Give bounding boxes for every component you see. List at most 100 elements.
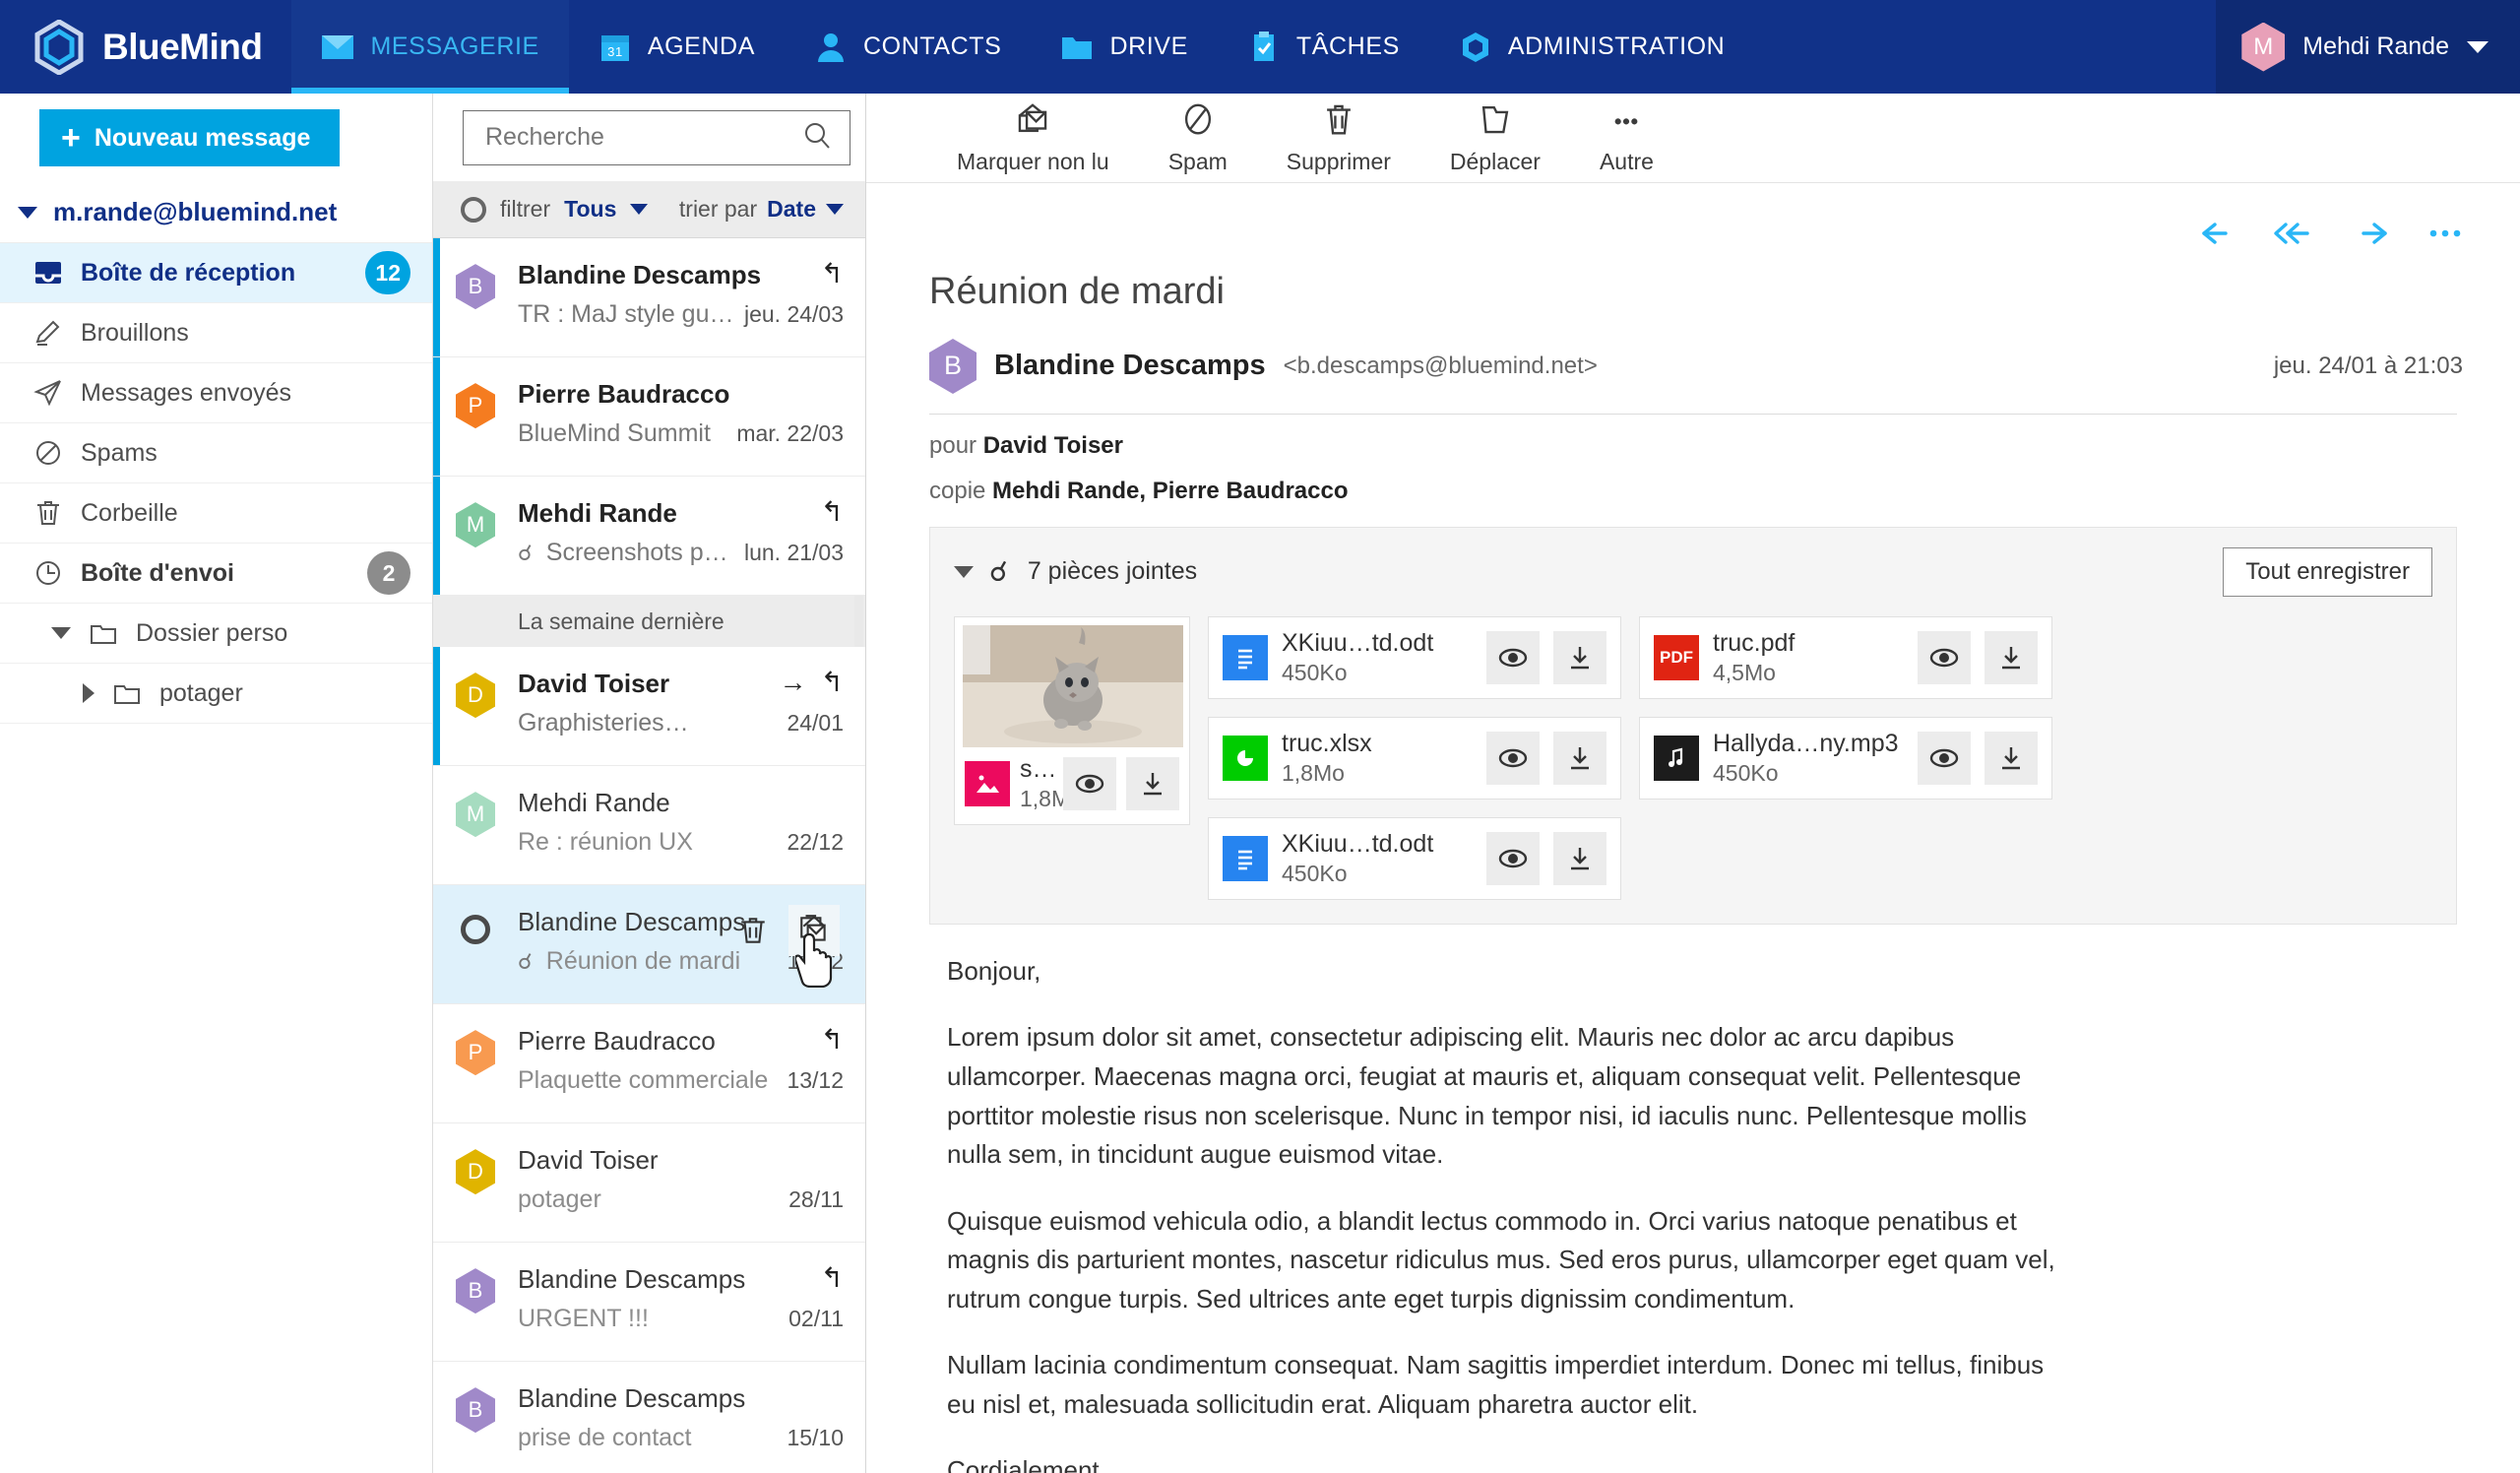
mark-unread-button[interactable]: Marquer non lu [927, 100, 1139, 175]
download-button[interactable] [1553, 630, 1606, 684]
select-all-circle-icon[interactable] [461, 196, 486, 223]
filter-value[interactable]: Tous [564, 196, 616, 223]
sidebar-item-brouillons[interactable]: Brouillons [0, 303, 432, 363]
clock-icon [33, 558, 63, 588]
reading-pane: Marquer non lu Spam Supprimer Déplacer A… [866, 94, 2520, 1473]
more-button[interactable]: Autre [1570, 100, 1683, 175]
move-button[interactable]: Déplacer [1420, 100, 1570, 175]
replied-icon: ↰ [820, 1024, 844, 1056]
message-sender: David Toiser [518, 1145, 659, 1176]
message-subject: Screenshots pour appli [545, 539, 734, 567]
list-item[interactable]: P Pierre Baudracco BlueMind Summit mar. … [433, 357, 865, 478]
message-summary: Blandine Descamps prise de contact 15/10 [518, 1362, 844, 1473]
search-input[interactable] [485, 123, 802, 153]
download-button[interactable] [1126, 756, 1179, 810]
save-all-button[interactable]: Tout enregistrer [2223, 546, 2432, 597]
sort-control[interactable]: trier par Date [679, 196, 844, 223]
attachment-card-xlsx[interactable]: truc.xlsx 1,8Mo [1208, 716, 1621, 800]
message-subject: TR : MaJ style guide [518, 300, 734, 329]
message-timestamp: jeu. 24/01 à 21:03 [2273, 352, 2463, 379]
attachment-card-mp3[interactable]: Hallyda…ny.mp3 450Ko [1639, 716, 2052, 800]
nav-tab-agenda[interactable]: 31 AGENDA [569, 0, 785, 94]
delete-button[interactable]: Supprimer [1257, 100, 1420, 175]
sidebar-item-dossier-perso[interactable]: Dossier perso [0, 604, 432, 664]
preview-button[interactable] [1918, 731, 1971, 785]
list-item[interactable]: D David Toiser potager 28/11 [433, 1123, 865, 1244]
chevron-down-icon[interactable] [51, 627, 71, 639]
list-item[interactable]: P Pierre Baudracco ↰ Plaquette commercia… [433, 1004, 865, 1124]
body-paragraph: Nullam lacinia condimentum consequat. Na… [947, 1350, 2045, 1419]
preview-button[interactable] [1486, 831, 1540, 885]
sort-value[interactable]: Date [767, 196, 816, 223]
user-menu[interactable]: M Mehdi Rande [2216, 0, 2520, 94]
search-box[interactable] [463, 109, 850, 165]
preview-button[interactable] [1486, 630, 1540, 684]
row-delete-button[interactable] [727, 905, 779, 956]
to-label: pour [929, 431, 977, 459]
nav-tab-messagerie[interactable]: MESSAGERIE [291, 0, 570, 94]
search-icon[interactable] [802, 120, 832, 155]
list-item[interactable]: M Mehdi Rande ↰ ☌ Screenshots pour appli… [433, 477, 865, 597]
row-hover-actions [727, 905, 840, 957]
sidebar-item-inbox[interactable]: Boîte de réception 12 [0, 243, 432, 303]
calendar-icon: 31 [598, 31, 632, 64]
brand-logo-area[interactable]: BlueMind [0, 0, 291, 94]
chevron-down-icon[interactable] [826, 204, 844, 216]
spam-button[interactable]: Spam [1139, 100, 1257, 175]
list-item[interactable]: B Blandine Descamps ↰ TR : MaJ style gui… [433, 238, 865, 358]
preview-button[interactable] [1486, 731, 1540, 785]
sidebar-item-trash[interactable]: Corbeille [0, 483, 432, 544]
attachment-thumbnail[interactable] [963, 624, 1183, 747]
sidebar-item-potager[interactable]: potager [0, 664, 432, 724]
download-button[interactable] [1984, 630, 2038, 684]
nav-tab-drive[interactable]: DRIVE [1031, 0, 1217, 94]
list-item[interactable]: B Blandine Descamps prise de contact 15/… [433, 1362, 865, 1473]
nav-tab-contacts[interactable]: CONTACTS [785, 0, 1031, 94]
attachment-card-odt[interactable]: XKiuu…td.odt 450Ko [1208, 615, 1621, 699]
avatar: M [456, 792, 495, 838]
sidebar-item-outbox[interactable]: Boîte d'envoi 2 [0, 544, 432, 604]
account-row[interactable]: m.rande@bluemind.net [0, 182, 432, 243]
nav-tab-administration[interactable]: ADMINISTRATION [1429, 0, 1754, 94]
replied-icon: ↰ [820, 258, 844, 289]
attachment-meta: XKiuu…td.odt 450Ko [1282, 830, 1473, 887]
message-summary: Blandine Descamps ↰ URGENT !!! 02/11 [518, 1243, 844, 1361]
message-sender: Blandine Descamps [518, 1383, 746, 1414]
row-mark-unread-button[interactable] [788, 905, 840, 957]
message-subject: prise de contact [518, 1424, 692, 1452]
list-item-selected[interactable]: Blandine Descamps ☌ Réunion de mardi 19/… [433, 885, 865, 1005]
body-paragraph: Bonjour, [947, 955, 1041, 986]
download-button[interactable] [1984, 731, 2038, 785]
attachment-card-pdf[interactable]: PDF truc.pdf 4,5Mo [1639, 615, 2052, 699]
xlsx-file-icon [1223, 735, 1268, 781]
nav-tab-label: AGENDA [647, 32, 755, 60]
more-icon[interactable] [2424, 217, 2467, 255]
download-button[interactable] [1553, 731, 1606, 785]
chevron-down-icon [18, 206, 37, 219]
unread-badge: 2 [367, 551, 410, 595]
sender-name[interactable]: Blandine Descamps [994, 350, 1266, 382]
preview-button[interactable] [1918, 630, 1971, 684]
unread-toggle-circle-icon[interactable] [461, 915, 490, 945]
preview-button[interactable] [1063, 756, 1116, 810]
attachment-card-image[interactable]: snapshot.jpg 1,8Mo [954, 615, 1190, 825]
reply-icon[interactable] [2199, 217, 2238, 255]
nav-tab-taches[interactable]: TÂCHES [1218, 0, 1429, 94]
chevron-down-icon[interactable] [954, 565, 974, 578]
chevron-right-icon[interactable] [83, 683, 94, 703]
chevron-down-icon[interactable] [630, 204, 649, 216]
attachment-size: 1,8Mo [1020, 785, 1083, 811]
sidebar-item-spams[interactable]: Spams [0, 423, 432, 483]
forward-icon[interactable] [2351, 217, 2390, 255]
list-item[interactable]: D David Toiser → ↰ Graphisteries… 24/01 [433, 647, 865, 767]
chevron-down-icon[interactable] [2467, 40, 2488, 53]
list-item[interactable]: B Blandine Descamps ↰ URGENT !!! 02/11 [433, 1243, 865, 1363]
reply-all-icon[interactable] [2272, 217, 2317, 255]
avatar: B [456, 264, 495, 310]
download-button[interactable] [1553, 831, 1606, 885]
sidebar-item-sent[interactable]: Messages envoyés [0, 363, 432, 423]
list-item[interactable]: M Mehdi Rande Re : réunion UX 22/12 [433, 766, 865, 886]
body-paragraph: Quisque euismod vehicula odio, a blandit… [947, 1205, 2055, 1313]
attachment-card-odt-2[interactable]: XKiuu…td.odt 450Ko [1208, 816, 1621, 900]
new-message-button[interactable]: + Nouveau message [39, 109, 341, 166]
